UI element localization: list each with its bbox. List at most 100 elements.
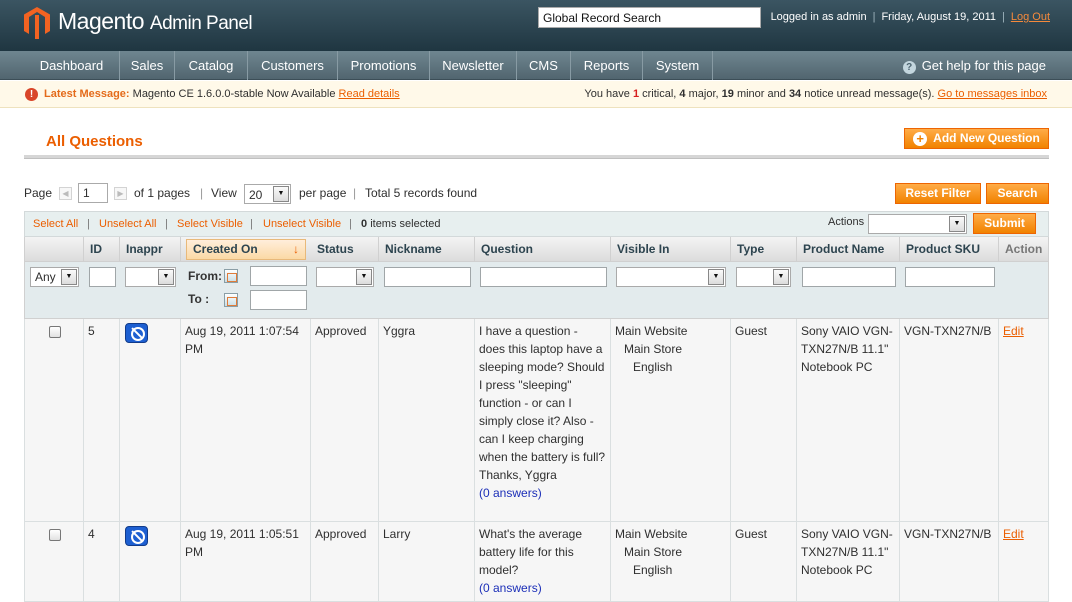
row-nickname: Larry <box>379 522 475 601</box>
message-summary: You have 1 critical, 4 major, 19 minor a… <box>584 88 1047 100</box>
col-action: Action <box>1005 242 1043 256</box>
submit-button[interactable]: Submit <box>973 213 1036 234</box>
filter-date-from-input[interactable] <box>250 266 307 286</box>
nav-dashboard[interactable]: Dashboard <box>24 51 120 80</box>
header-date: Friday, August 19, 2011 <box>881 11 996 23</box>
row-visible-website: Main Website <box>615 324 688 338</box>
col-inappr[interactable]: Inappr <box>120 237 181 261</box>
nav-catalog[interactable]: Catalog <box>175 51 248 80</box>
row-sku: VGN-TXN27N/B <box>900 522 999 601</box>
actions-select[interactable]: ▼ <box>868 214 967 234</box>
magento-logo-icon <box>24 7 50 39</box>
row-question: I have a question - does this laptop hav… <box>479 324 606 482</box>
nav-customers[interactable]: Customers <box>248 51 338 80</box>
row-answers-link[interactable]: (0 answers) <box>479 579 606 597</box>
row-id: 5 <box>84 319 120 521</box>
col-product-name[interactable]: Product Name <box>797 237 900 261</box>
col-id[interactable]: ID <box>84 237 120 261</box>
row-visible-store: Main Store <box>624 545 683 559</box>
nav-system[interactable]: System <box>643 51 713 80</box>
table-row: 5 Aug 19, 2011 1:07:54 PM Approved Yggra… <box>24 319 1049 522</box>
read-details-link[interactable]: Read details <box>339 88 400 100</box>
page-number-input[interactable]: 1 <box>78 183 108 203</box>
col-type[interactable]: Type <box>731 237 797 261</box>
col-product-sku[interactable]: Product SKU <box>900 237 999 261</box>
calendar-from-icon[interactable] <box>224 269 238 283</box>
filter-product-name-input[interactable] <box>802 267 896 287</box>
row-id: 4 <box>84 522 120 601</box>
row-checkbox[interactable] <box>49 326 61 338</box>
add-new-question-button[interactable]: + Add New Question <box>904 128 1049 149</box>
row-checkbox[interactable] <box>49 529 61 541</box>
search-button[interactable]: Search <box>986 183 1049 204</box>
filter-checkbox-any[interactable]: Any ▼ <box>30 267 79 287</box>
col-status[interactable]: Status <box>311 237 379 261</box>
row-visible-view: English <box>633 563 673 577</box>
per-page-select[interactable]: 20 ▼ <box>244 184 291 204</box>
filter-inappr-select[interactable]: ▼ <box>125 267 176 287</box>
col-nickname[interactable]: Nickname <box>379 237 475 261</box>
nav-sales[interactable]: Sales <box>120 51 175 80</box>
sort-arrow-icon: ↓ <box>293 242 299 256</box>
logged-in-text: Logged in as admin <box>770 11 867 23</box>
help-icon: ? <box>902 61 916 74</box>
header: Magento Admin Panel Logged in as admin|F… <box>0 0 1072 51</box>
global-search-input[interactable] <box>538 7 761 28</box>
row-type: Guest <box>731 319 797 521</box>
nav-reports[interactable]: Reports <box>571 51 643 80</box>
filter-row: Any ▼ ▼ From: To : ▼ ▼ ▼ <box>24 262 1049 319</box>
col-checkbox <box>25 237 84 261</box>
logout-link[interactable]: Log Out <box>1011 11 1050 23</box>
row-edit-link[interactable]: Edit <box>1003 527 1024 541</box>
header-user-info: Logged in as admin | Friday, August 19, 20… <box>770 11 1050 23</box>
row-edit-link[interactable]: Edit <box>1003 324 1024 338</box>
row-created-on: Aug 19, 2011 1:07:54 PM <box>181 319 311 521</box>
select-all-link[interactable]: Select All <box>33 218 78 230</box>
chevron-down-icon: ▼ <box>158 269 174 285</box>
row-created-on: Aug 19, 2011 1:05:51 PM <box>181 522 311 601</box>
nav-cms[interactable]: CMS <box>517 51 571 80</box>
main-nav: Dashboard Sales Catalog Customers Promot… <box>0 51 1072 80</box>
inappropriate-ban-icon[interactable] <box>125 323 148 343</box>
unselect-all-link[interactable]: Unselect All <box>99 218 156 230</box>
row-status: Approved <box>311 319 379 521</box>
latest-message: Latest Message: Magento CE 1.6.0.0-stabl… <box>44 88 400 100</box>
chevron-down-icon: ▼ <box>949 216 965 232</box>
plus-icon: + <box>913 132 928 146</box>
filter-status-select[interactable]: ▼ <box>316 267 374 287</box>
grid-header: ID Inappr Created On ↓ Status Nickname Qu… <box>24 237 1049 262</box>
calendar-to-icon[interactable] <box>224 293 238 307</box>
col-visible-in[interactable]: Visible In <box>611 237 731 261</box>
unselect-visible-link[interactable]: Unselect Visible <box>263 218 341 230</box>
filter-sku-input[interactable] <box>905 267 995 287</box>
filter-question-input[interactable] <box>480 267 607 287</box>
select-visible-link[interactable]: Select Visible <box>177 218 243 230</box>
title-divider <box>24 155 1049 159</box>
next-page-icon[interactable]: ▶ <box>114 187 127 200</box>
inappropriate-ban-icon[interactable] <box>125 526 148 546</box>
col-created-on[interactable]: Created On ↓ <box>186 239 306 260</box>
row-type: Guest <box>731 522 797 601</box>
row-nickname: Yggra <box>379 319 475 521</box>
row-visible-store: Main Store <box>624 342 683 356</box>
messages-inbox-link[interactable]: Go to messages inbox <box>938 88 1047 100</box>
alert-icon: ! <box>25 88 38 101</box>
row-answers-link[interactable]: (0 answers) <box>479 484 606 502</box>
filter-visible-in-select[interactable]: ▼ <box>616 267 726 287</box>
items-selected-text: 0 items selected <box>361 218 441 230</box>
massaction-bar: Select All | Unselect All | Select Visib… <box>24 211 1049 237</box>
nav-newsletter[interactable]: Newsletter <box>430 51 517 80</box>
nav-promotions[interactable]: Promotions <box>338 51 430 80</box>
chevron-down-icon: ▼ <box>708 269 724 285</box>
logo-text: Magento Admin Panel <box>58 8 253 34</box>
filter-nickname-input[interactable] <box>384 267 471 287</box>
filter-id-input[interactable] <box>89 267 116 287</box>
col-question[interactable]: Question <box>475 237 611 261</box>
filter-type-select[interactable]: ▼ <box>736 267 791 287</box>
reset-filter-button[interactable]: Reset Filter <box>895 183 981 204</box>
filter-date-to-input[interactable] <box>250 290 307 310</box>
chevron-down-icon: ▼ <box>773 269 789 285</box>
message-bar: ! Latest Message: Magento CE 1.6.0.0-sta… <box>0 81 1072 108</box>
prev-page-icon[interactable]: ◀ <box>59 187 72 200</box>
help-link[interactable]: ? Get help for this page <box>902 51 1046 80</box>
